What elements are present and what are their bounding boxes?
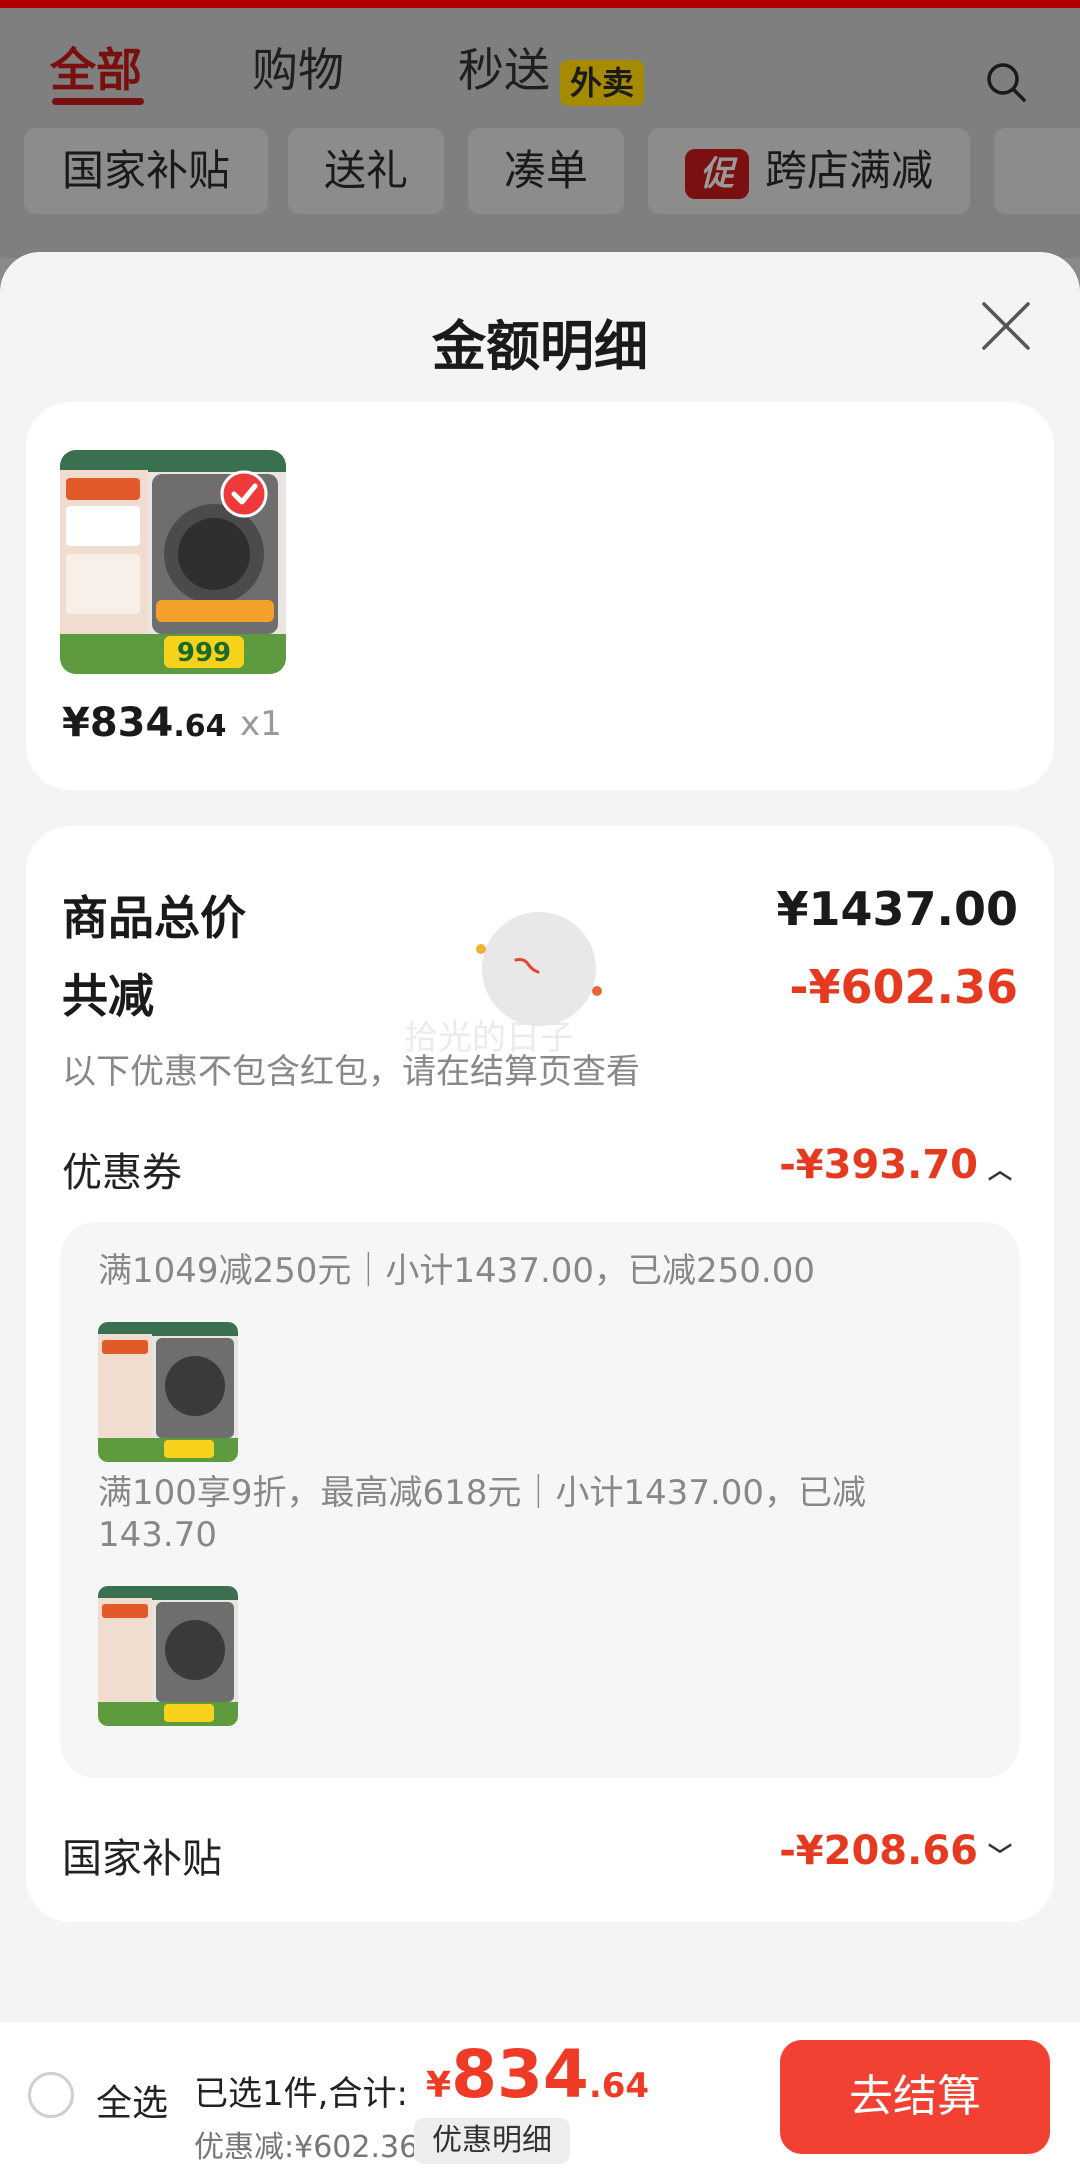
- coupon-label: 优惠券: [62, 1150, 182, 1196]
- coupon-product-thumb-1: [98, 1322, 238, 1462]
- select-all-label[interactable]: 全选: [96, 2074, 168, 2126]
- status-strip: [0, 0, 1080, 8]
- selected-summary: 已选1件,合计:: [194, 2074, 408, 2114]
- search-icon[interactable]: [984, 60, 1028, 104]
- total-integer: 834: [451, 2036, 589, 2113]
- coupon-row-toggle[interactable]: -¥393.70 ︿: [779, 1142, 1012, 1188]
- total-reduction-label: 共减: [62, 969, 154, 1023]
- filter-chips: 国家补贴 送礼 凑单 促跨店满减: [0, 128, 1080, 214]
- total-amount: ¥834.64: [426, 2036, 649, 2113]
- amount-detail-sheet: 金额明细 999 ¥834.64 x1 商品总价 ¥1437.00 共减 -¥6…: [0, 252, 1080, 2172]
- sheet-title: 金额明细: [432, 315, 648, 378]
- chip-cross-store-discount[interactable]: 促跨店满减: [648, 128, 970, 214]
- price-integer: ¥834: [62, 700, 174, 746]
- national-subsidy-value: -¥208.66: [779, 1828, 978, 1874]
- product-price: ¥834.64: [62, 700, 226, 746]
- discount-detail-button[interactable]: 优惠明细: [414, 2118, 570, 2164]
- chevron-up-icon: ︿: [988, 1155, 1012, 1184]
- loading-arc-icon: [514, 958, 540, 974]
- tab-active-indicator: [52, 98, 144, 105]
- watermark: 拾光的日子: [404, 1018, 574, 1058]
- tab-express[interactable]: 秒送: [458, 34, 550, 100]
- chip-gift[interactable]: 送礼: [288, 128, 444, 214]
- national-subsidy-label: 国家补贴: [62, 1836, 222, 1882]
- chip-bundle[interactable]: 凑单: [468, 128, 624, 214]
- checkout-button[interactable]: 去结算: [780, 2040, 1050, 2154]
- total-price-label: 商品总价: [62, 891, 246, 945]
- coupon-detail-1: 满1049减250元｜小计1437.00，已减250.00: [98, 1251, 815, 1291]
- product-quantity: x1: [240, 704, 282, 744]
- chip-national-subsidy[interactable]: 国家补贴: [24, 128, 268, 214]
- tab-all[interactable]: 全部: [50, 34, 142, 100]
- top-tabs: 全部 购物 秒送 外卖: [0, 20, 1080, 110]
- product-card: 999 ¥834.64 x1: [26, 402, 1054, 790]
- checkout-bar: 全选 已选1件,合计: ¥834.64 优惠减:¥602.36 优惠明细 去结算: [0, 2022, 1080, 2172]
- chip-label: 跨店满减: [764, 146, 933, 195]
- coupon-product-thumb-2: [98, 1586, 238, 1726]
- product-image[interactable]: 999: [60, 450, 286, 674]
- price-decimal: .64: [173, 709, 227, 744]
- coupon-details: 满1049减250元｜小计1437.00，已减250.00 满100享9折，最高…: [60, 1222, 1020, 1778]
- chip-label: 凑单: [503, 146, 588, 195]
- select-all-checkbox[interactable]: [28, 2072, 74, 2118]
- chevron-down-icon: ﹀: [988, 1841, 1012, 1870]
- coupon-detail-2: 满100享9折，最高减618元｜小计1437.00，已减143.70: [98, 1473, 867, 1555]
- chip-label: 送礼: [323, 146, 408, 195]
- total-currency: ¥: [426, 2065, 452, 2106]
- chip-more[interactable]: [994, 128, 1080, 214]
- coupon-value: -¥393.70: [779, 1142, 978, 1188]
- tab-shopping[interactable]: 购物: [252, 34, 344, 100]
- svg-text:999: 999: [177, 638, 231, 668]
- takeout-badge: 外卖: [560, 60, 645, 106]
- national-subsidy-toggle[interactable]: -¥208.66 ﹀: [779, 1828, 1012, 1874]
- discount-summary: 优惠减:¥602.36: [194, 2130, 419, 2165]
- close-icon[interactable]: [978, 298, 1034, 354]
- total-decimal: .64: [588, 2066, 650, 2106]
- promo-tag: 促: [684, 148, 749, 199]
- total-price-value: ¥1437.00: [776, 882, 1018, 936]
- total-reduction-value: -¥602.36: [789, 960, 1018, 1014]
- chip-label: 国家补贴: [61, 146, 230, 195]
- loading-dot: [592, 986, 602, 996]
- loading-dot: [476, 944, 486, 954]
